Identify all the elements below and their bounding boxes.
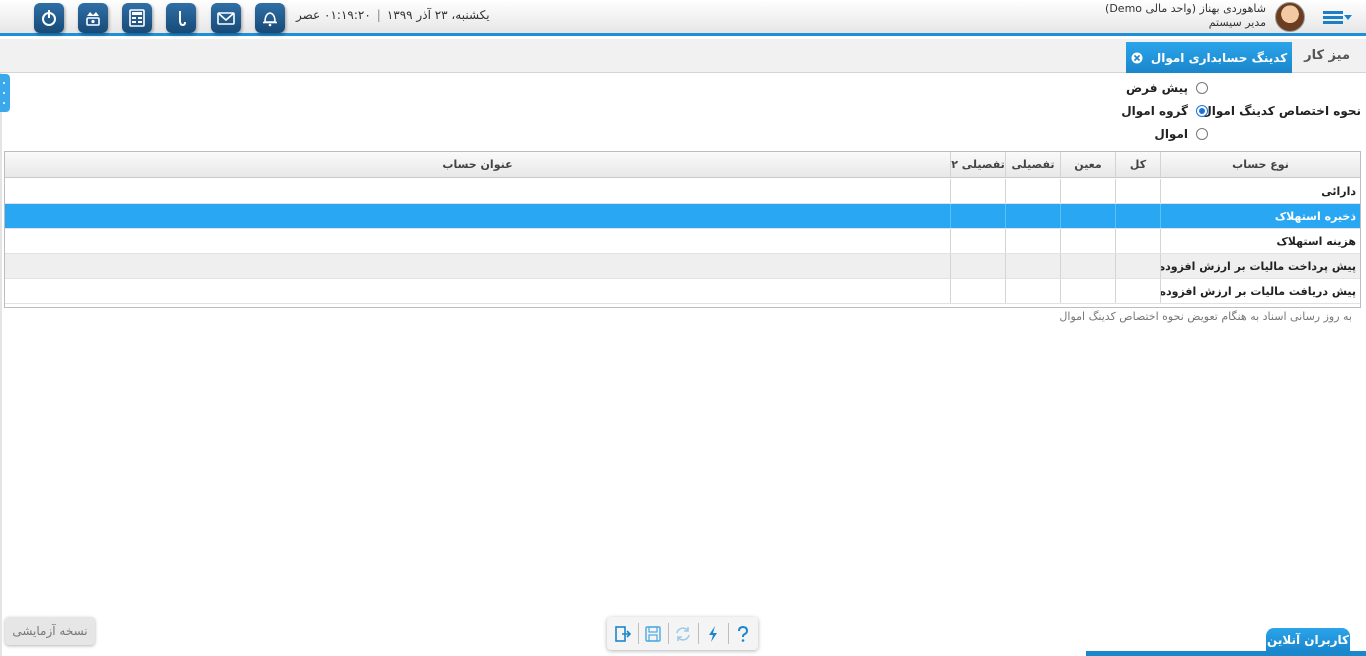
radio-asset-group[interactable]: گروه اموال <box>1121 104 1208 118</box>
tab-desktop[interactable]: میز کار <box>1304 48 1350 63</box>
cell-account-title[interactable] <box>5 179 950 203</box>
tab-bar: کدینگ حسابداری اموال میز کار <box>0 39 1366 73</box>
grid-header: نوع حساب کل معین تفصیلی تفصیلی ۲ عنوان ح… <box>5 152 1360 178</box>
bell-icon[interactable] <box>255 3 285 33</box>
cell-account-title[interactable] <box>5 254 950 278</box>
tab-label: کدینگ حسابداری اموال <box>1150 50 1288 65</box>
cell-kol[interactable] <box>1115 254 1160 278</box>
cell-tafsili[interactable] <box>1005 229 1060 253</box>
col-tafsili2[interactable]: تفصیلی ۲ <box>950 152 1005 177</box>
date-text: یکشنبه، ۲۳ آذر ۱۳۹۹ <box>386 8 490 22</box>
app-header: یکشنبه، ۲۳ آذر ۱۳۹۹|۰۱:۱۹:۲۰ عصر شاهوردی… <box>0 0 1366 36</box>
close-icon[interactable] <box>1131 52 1143 64</box>
cell-moein[interactable] <box>1060 254 1115 278</box>
cell-tafsili2[interactable] <box>950 279 1005 303</box>
cell-moein[interactable] <box>1060 179 1115 203</box>
cell-tafsili2[interactable] <box>950 229 1005 253</box>
cell-account-title[interactable] <box>5 204 950 228</box>
cell-kol[interactable] <box>1115 179 1160 203</box>
table-row[interactable]: هزینه استهلاک <box>5 229 1360 254</box>
radio-button[interactable] <box>1196 128 1208 140</box>
user-info: شاهوردی بهناز (واحد مالی Demo) مدیر سیست… <box>1105 2 1266 30</box>
cell-account-type[interactable]: ذخیره استهلاک <box>1160 204 1360 228</box>
col-account-title[interactable]: عنوان حساب <box>5 152 950 177</box>
main-menu-icon[interactable] <box>1323 8 1353 28</box>
accounts-grid: نوع حساب کل معین تفصیلی تفصیلی ۲ عنوان ح… <box>4 151 1361 308</box>
cell-kol[interactable] <box>1115 204 1160 228</box>
cell-account-title[interactable] <box>5 229 950 253</box>
cell-moein[interactable] <box>1060 279 1115 303</box>
table-row[interactable]: دارائی <box>5 179 1360 204</box>
col-tafsili[interactable]: تفصیلی <box>1005 152 1060 177</box>
col-moein[interactable]: معین <box>1060 152 1115 177</box>
calculator-icon[interactable] <box>122 3 152 33</box>
coding-method-label: نحوه اختصاص کدینگ اموال <box>1201 104 1361 118</box>
online-users-tab[interactable]: کاربران آنلاین <box>1266 628 1350 652</box>
update-documents-note: به روز رسانی اسناد به هنگام تعویض نحوه ا… <box>1059 310 1352 323</box>
cell-moein[interactable] <box>1060 229 1115 253</box>
radio-label: پیش فرض <box>1125 81 1188 95</box>
radio-button[interactable] <box>1196 82 1208 94</box>
radio-default[interactable]: پیش فرض <box>1126 81 1208 95</box>
help-icon[interactable] <box>730 621 756 646</box>
cell-account-title[interactable] <box>5 279 950 303</box>
cell-account-type[interactable]: پیش پرداخت مالیات بر ارزش افزوده <box>1160 254 1360 278</box>
cell-tafsili2[interactable] <box>950 254 1005 278</box>
lightning-icon[interactable] <box>700 621 726 646</box>
cell-kol[interactable] <box>1115 279 1160 303</box>
cell-tafsili[interactable] <box>1005 254 1060 278</box>
table-row[interactable]: پیش پرداخت مالیات بر ارزش افزوده <box>5 254 1360 279</box>
cell-tafsili2[interactable] <box>950 204 1005 228</box>
cell-kol[interactable] <box>1115 229 1160 253</box>
save-icon[interactable] <box>640 621 666 646</box>
col-account-type[interactable]: نوع حساب <box>1160 152 1360 177</box>
cell-account-type[interactable]: هزینه استهلاک <box>1160 229 1360 253</box>
power-icon[interactable] <box>34 3 64 33</box>
left-border <box>0 40 2 656</box>
cell-tafsili[interactable] <box>1005 179 1060 203</box>
col-kol[interactable]: کل <box>1115 152 1160 177</box>
question-hook-icon[interactable] <box>166 3 196 33</box>
mail-icon[interactable] <box>211 3 241 33</box>
radio-asset[interactable]: اموال <box>1154 127 1208 141</box>
crown-settings-icon[interactable] <box>78 3 108 33</box>
datetime-display: یکشنبه، ۲۳ آذر ۱۳۹۹|۰۱:۱۹:۲۰ عصر <box>296 8 490 22</box>
side-panel-handle[interactable] <box>0 74 10 112</box>
radio-label: اموال <box>1154 127 1188 141</box>
online-users-bar <box>1086 651 1366 656</box>
cell-account-type[interactable]: پیش دریافت مالیات بر ارزش افزوده <box>1160 279 1360 303</box>
avatar[interactable] <box>1275 2 1305 32</box>
radio-label: گروه اموال <box>1121 104 1188 118</box>
table-row[interactable]: پیش دریافت مالیات بر ارزش افزوده <box>5 279 1360 304</box>
table-row[interactable]: ذخیره استهلاک <box>5 204 1360 229</box>
radio-button[interactable] <box>1196 105 1208 117</box>
refresh-icon[interactable] <box>670 621 696 646</box>
cell-tafsili[interactable] <box>1005 204 1060 228</box>
bottom-toolbar <box>607 617 758 650</box>
tab-asset-accounting-coding[interactable]: کدینگ حسابداری اموال <box>1126 42 1292 73</box>
cell-tafsili[interactable] <box>1005 279 1060 303</box>
user-name: شاهوردی بهناز (واحد مالی Demo) <box>1105 2 1266 15</box>
user-role: مدیر سیستم <box>1208 16 1266 29</box>
cell-moein[interactable] <box>1060 204 1115 228</box>
trial-version-badge: نسخه آزمایشی <box>5 617 95 645</box>
time-text: ۰۱:۱۹:۲۰ عصر <box>296 8 371 22</box>
cell-account-type[interactable]: دارائی <box>1160 179 1360 203</box>
cell-tafsili2[interactable] <box>950 179 1005 203</box>
exit-icon[interactable] <box>610 621 636 646</box>
